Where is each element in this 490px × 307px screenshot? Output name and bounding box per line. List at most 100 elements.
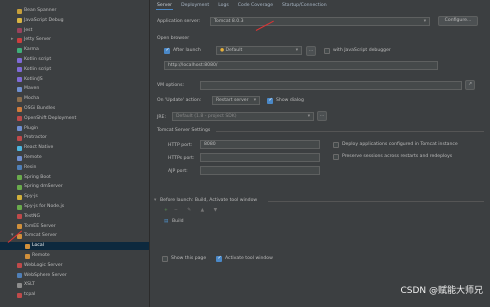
- tree-item[interactable]: XSLT: [0, 281, 149, 289]
- add-task-icon[interactable]: +: [164, 208, 171, 213]
- http-port-field[interactable]: 8080: [200, 140, 320, 149]
- activate-tool-label: Activate tool window: [225, 256, 273, 261]
- show-page-label: Show this page: [171, 256, 207, 261]
- preserve-sessions-checkbox[interactable]: [333, 154, 339, 160]
- tree-item[interactable]: TomEE Server: [0, 223, 149, 231]
- https-port-field[interactable]: [200, 153, 320, 162]
- config-type-icon: [17, 165, 22, 171]
- config-type-icon: [25, 253, 30, 259]
- browser-value: Default: [225, 48, 243, 53]
- tree-item[interactable]: Jest: [0, 27, 149, 35]
- tree-item[interactable]: Local: [0, 242, 149, 251]
- tree-item[interactable]: JavaScript Debug: [0, 17, 149, 25]
- tree-item-label: Kotlin/JS: [24, 76, 43, 82]
- http-port-label: HTTP port:: [168, 143, 193, 148]
- tree-item[interactable]: OSGi Bundles: [0, 105, 149, 113]
- tree-item[interactable]: Bean Spanner: [0, 7, 149, 15]
- tree-item-label: Maven: [24, 86, 40, 92]
- deploy-apps-checkbox[interactable]: [333, 142, 339, 148]
- tree-item[interactable]: React Native: [0, 144, 149, 152]
- show-page-checkbox[interactable]: [162, 256, 168, 262]
- activate-tool-checkbox[interactable]: [216, 255, 222, 262]
- config-type-icon: [17, 106, 22, 112]
- on-update-select[interactable]: Restart server ▾: [212, 96, 260, 105]
- tree-item[interactable]: WebLogic Server: [0, 262, 149, 270]
- chevron-down-icon: ▾: [253, 98, 256, 103]
- tree-item-label: tcpal: [24, 292, 36, 298]
- tree-item-label: Jest: [24, 27, 33, 33]
- jre-select[interactable]: Default (1.8 - project SDK) ▾: [172, 112, 314, 121]
- app-server-select[interactable]: Tomcat 8.0.3 ▾: [210, 17, 430, 26]
- jre-browse-button[interactable]: …: [317, 111, 327, 121]
- tree-item[interactable]: Remote: [0, 154, 149, 162]
- config-tabs: Server Deployment Logs Code Coverage Startup…: [156, 2, 328, 10]
- tree-item[interactable]: Remote: [0, 252, 149, 260]
- tree-item-label: OpenShift Deployment: [24, 115, 77, 121]
- before-launch-heading: Before launch: Build, Activate tool wind…: [160, 198, 258, 203]
- config-type-icon: [17, 194, 22, 200]
- run-config-tree[interactable]: Bean Spanner JavaScript Debug Jest Jetty Se…: [0, 0, 150, 307]
- tree-item[interactable]: Protractor: [0, 134, 149, 142]
- config-type-icon: [17, 155, 22, 161]
- tree-item-label: XSLT: [24, 282, 35, 288]
- tree-item-label: Tomcat Server: [24, 233, 57, 239]
- tree-item[interactable]: Karma: [0, 46, 149, 54]
- tree-item-label: Remote: [24, 155, 42, 160]
- tree-item[interactable]: Spy-js for Node.js: [0, 203, 149, 211]
- show-dialog-checkbox[interactable]: [267, 97, 273, 104]
- expand-chevron-icon[interactable]: ▸: [11, 36, 14, 42]
- tree-item[interactable]: Tomcat Server: [0, 232, 149, 240]
- browser-select[interactable]: ● Default ▾: [216, 46, 302, 55]
- build-icon: ▤: [164, 219, 169, 224]
- tree-item-label: Local: [32, 243, 44, 249]
- tab-logs[interactable]: Logs: [217, 2, 230, 10]
- app-server-value: Tomcat 8.0.3: [214, 19, 244, 24]
- tree-item[interactable]: Spring Boot: [0, 174, 149, 182]
- tab-server[interactable]: Server: [156, 2, 174, 10]
- tree-item-label: Karma: [24, 47, 39, 53]
- config-type-icon: [17, 86, 22, 92]
- tree-item[interactable]: WebSphere Server: [0, 272, 149, 280]
- tree-item[interactable]: Plugin: [0, 125, 149, 133]
- tree-item[interactable]: Resin: [0, 164, 149, 172]
- tab-deployment[interactable]: Deployment: [180, 2, 210, 10]
- js-debugger-label: with JavaScript debugger: [333, 48, 391, 53]
- build-label: Build: [172, 219, 184, 224]
- tree-item-label: Resin: [24, 164, 37, 170]
- tree-item-label: WebSphere Server: [24, 272, 67, 278]
- tree-item-label: Remote: [32, 253, 50, 258]
- https-port-label: HTTPs port:: [168, 156, 195, 161]
- configure-button[interactable]: Configure...: [438, 16, 478, 26]
- config-type-icon: [17, 67, 22, 73]
- tree-item[interactable]: Kotlin script: [0, 66, 149, 74]
- tree-item[interactable]: Spy-js: [0, 193, 149, 201]
- watermark: CSDN @赋能大师兄: [400, 286, 483, 296]
- chevron-down-icon: ▾: [307, 114, 310, 119]
- js-debugger-checkbox[interactable]: [324, 48, 330, 54]
- tree-item[interactable]: OpenShift Deployment: [0, 115, 149, 123]
- tab-startup-connection[interactable]: Startup/Connection: [281, 2, 328, 10]
- on-update-value: Restart server: [216, 98, 249, 103]
- tree-item[interactable]: Maven: [0, 85, 149, 93]
- browser-options-button[interactable]: …: [306, 46, 316, 56]
- expand-icon[interactable]: ▾: [154, 198, 156, 203]
- tree-item[interactable]: Spring dmServer: [0, 183, 149, 191]
- after-launch-checkbox[interactable]: [164, 47, 170, 54]
- vm-options-field[interactable]: [200, 81, 462, 90]
- tree-item[interactable]: Kotlin/JS: [0, 76, 149, 84]
- tree-item[interactable]: tcpal: [0, 291, 149, 299]
- jre-value: Default (1.8 - project SDK): [176, 114, 237, 119]
- expand-vm-options-button[interactable]: ↗: [465, 80, 475, 90]
- tree-item-label: TestNG: [24, 213, 41, 219]
- tree-item[interactable]: Jetty Server: [0, 36, 149, 44]
- url-field[interactable]: http://localhost:8080/: [164, 61, 438, 70]
- ajp-port-field[interactable]: [200, 166, 320, 175]
- tree-item-label: Kotlin script: [24, 57, 52, 62]
- remove-task-icon[interactable]: − ✎ ▲ ▼: [174, 208, 221, 213]
- tree-item[interactable]: Kotlin script: [0, 56, 149, 64]
- tab-code-coverage[interactable]: Code Coverage: [237, 2, 274, 10]
- config-type-icon: [17, 8, 22, 14]
- tree-item[interactable]: TestNG: [0, 213, 149, 221]
- section-divider: [268, 201, 484, 202]
- tree-item[interactable]: Mocha: [0, 95, 149, 103]
